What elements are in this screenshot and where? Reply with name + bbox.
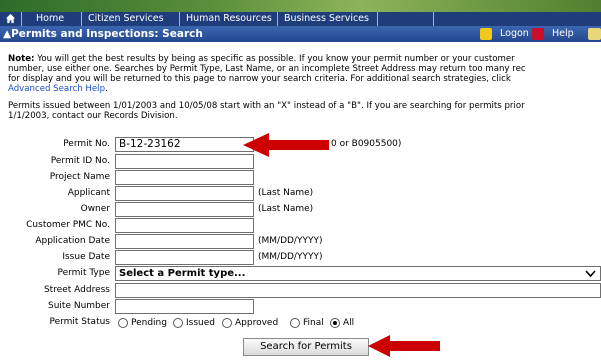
note-link-tail: . [105,84,108,94]
status-issued-option[interactable]: Issued [173,318,215,328]
red-arrow-icon [368,335,440,357]
permits-info-line2: 1/1/2003, contact our Records Division. [8,111,178,121]
nav-business-services[interactable]: Business Services [278,12,378,26]
note-line1: You will get the best results by being a… [34,54,515,64]
street-address-input[interactable] [115,283,601,298]
permit-id-input[interactable] [115,154,254,169]
permits-info-line1: Permits issued between 1/01/2003 and 10/… [8,101,525,111]
header-banner [0,0,601,12]
status-pending-label: Pending [131,318,167,328]
page-titlebar: ▲Permits and Inspections: Search Logon H… [0,26,601,42]
applicant-input[interactable] [115,186,254,201]
note-line2: number, use either one. Searches by Perm… [8,64,526,74]
owner-input[interactable] [115,202,254,217]
applicant-hint: (Last Name) [258,188,314,198]
project-name-input[interactable] [115,170,254,185]
search-for-permits-button[interactable]: Search for Permits [243,338,369,356]
help-icon[interactable] [532,28,544,40]
applicant-label: Applicant [67,188,110,198]
suite-number-input[interactable] [115,299,254,314]
status-final-option[interactable]: Final [290,318,324,328]
permit-no-input[interactable]: B-12-23162 [115,137,254,152]
red-arrow-icon [243,133,329,157]
note-bold: Note: [8,54,35,64]
permits-info-paragraph: Permits issued between 1/01/2003 and 10/… [8,101,598,121]
permit-id-label: Permit ID No. [50,156,110,166]
status-pending-option[interactable]: Pending [118,318,167,328]
permit-type-select[interactable]: Select a Permit type... [115,266,601,281]
permit-no-label: Permit No. [63,139,110,149]
nav-home[interactable]: Home [22,12,82,26]
help-link[interactable]: Help [552,26,574,42]
chevron-down-icon [585,270,596,278]
status-pending-radio[interactable] [118,318,128,328]
issue-date-input[interactable] [115,250,254,265]
project-name-label: Project Name [49,172,110,182]
status-approved-label: Approved [235,318,279,328]
application-date-input[interactable] [115,234,254,249]
owner-label: Owner [80,204,110,214]
status-all-option[interactable]: All [330,318,354,328]
nav-home-icon-cell[interactable] [0,12,22,26]
home-icon [5,13,16,24]
status-final-radio[interactable] [290,318,300,328]
owner-hint: (Last Name) [258,204,314,214]
nav-citizen-services[interactable]: Citizen Services [82,12,180,26]
status-all-label: All [343,318,355,328]
application-date-hint: (MM/DD/YYYY) [258,236,323,246]
issue-date-hint: (MM/DD/YYYY) [258,252,323,262]
top-nav: Home Citizen Services Human Resources Bu… [0,12,601,26]
mail-icon[interactable] [588,28,601,40]
nav-human-resources[interactable]: Human Resources [180,12,278,26]
street-address-label: Street Address [43,285,110,295]
permit-no-hint-end: 0 or B0905500) [331,139,402,149]
status-all-radio[interactable] [330,318,340,328]
advanced-search-help-link[interactable]: Advanced Search Help [8,84,105,94]
permit-type-label: Permit Type [57,268,110,278]
page-title: ▲Permits and Inspections: Search [3,28,203,40]
suite-number-label: Suite Number [48,301,110,311]
application-date-label: Application Date [35,236,110,246]
status-issued-radio[interactable] [173,318,183,328]
logon-link[interactable]: Logon [500,26,529,42]
status-approved-radio[interactable] [222,318,232,328]
status-issued-label: Issued [186,318,215,328]
note-line3: for display and you will be returned to … [8,74,511,84]
note-paragraph: Note: You will get the best results by b… [8,54,598,94]
customer-pmc-label: Customer PMC No. [26,220,110,230]
nav-empty-cell [378,12,434,26]
customer-pmc-input[interactable] [115,218,254,233]
permit-type-value: Select a Permit type... [119,268,246,279]
permit-status-label: Permit Status [49,317,110,327]
lock-icon[interactable] [480,28,492,40]
status-approved-option[interactable]: Approved [222,318,278,328]
status-final-label: Final [303,318,324,328]
issue-date-label: Issue Date [62,252,110,262]
